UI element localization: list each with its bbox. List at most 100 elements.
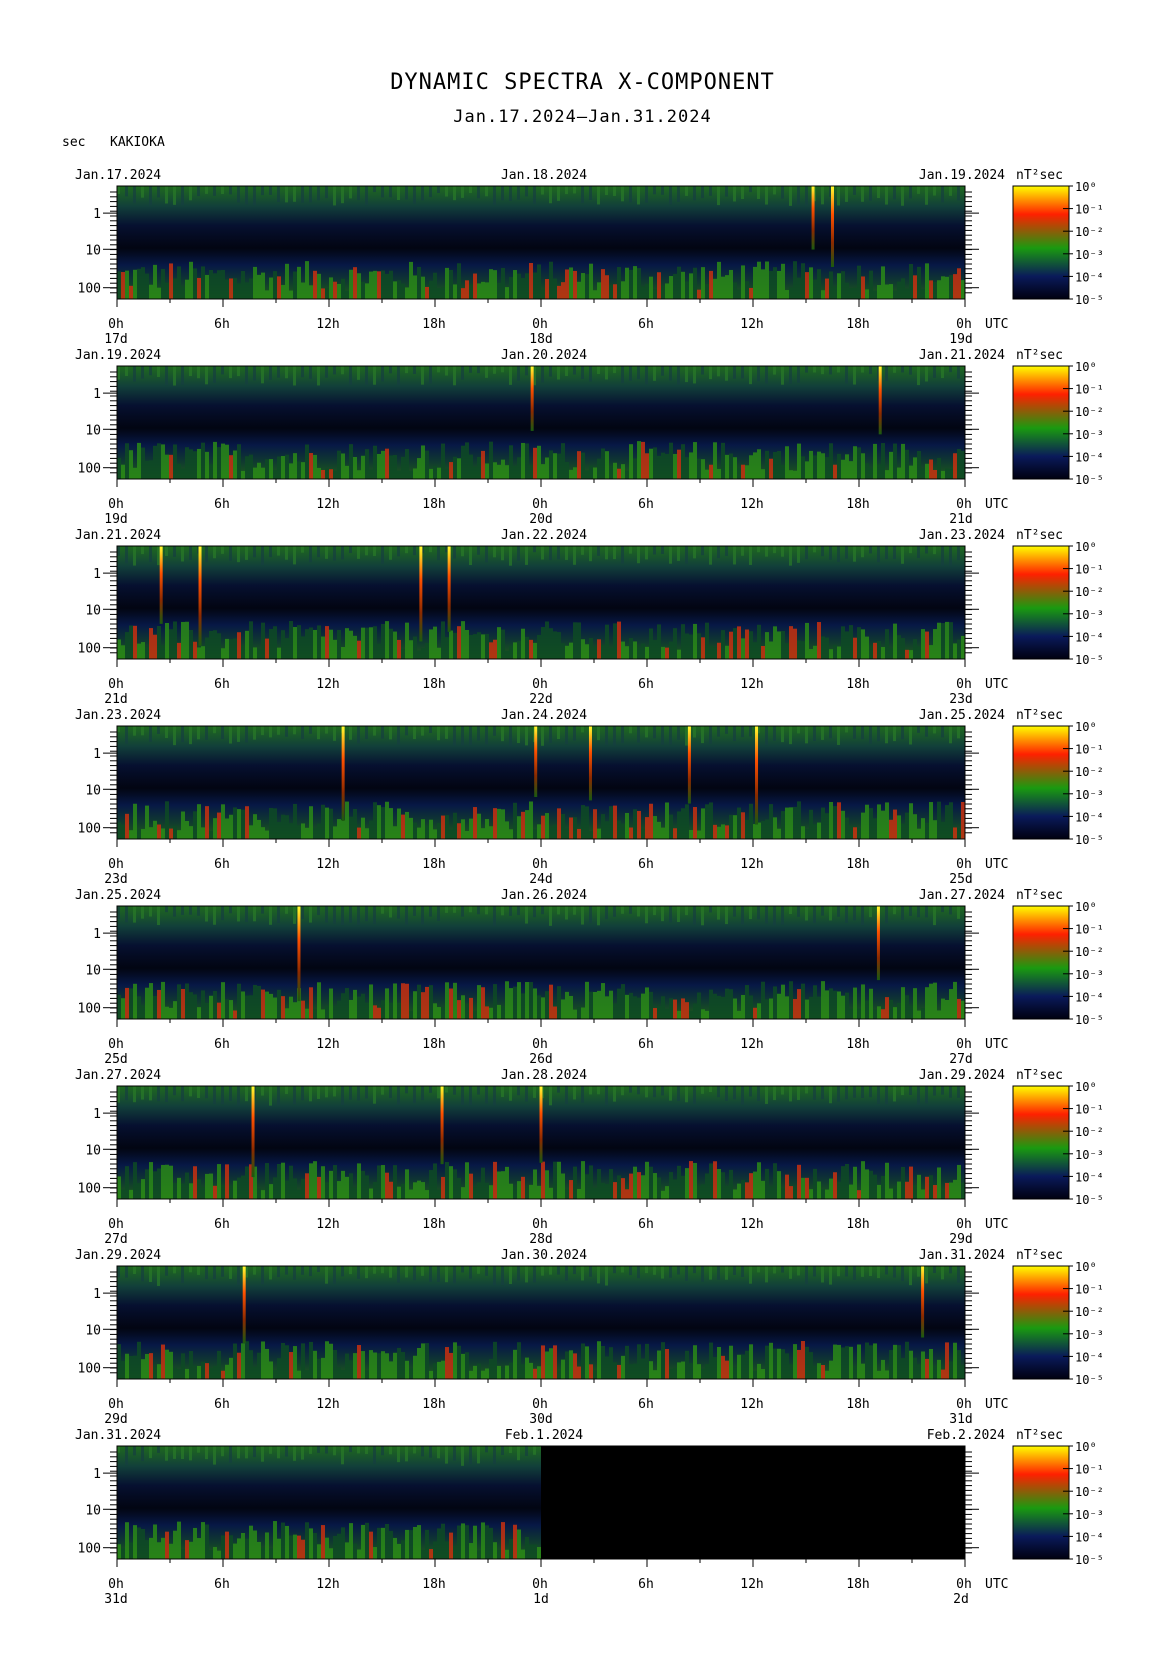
speckle-column [181, 906, 184, 915]
noise-column [893, 443, 897, 479]
noise-column [673, 273, 677, 299]
speckle-column [733, 1266, 736, 1275]
speckle-column [837, 1086, 840, 1102]
speckle-column [493, 906, 496, 926]
noise-column [541, 1345, 545, 1379]
noise-column [281, 1522, 285, 1559]
colorbar-tick-label: 10⁻³ [1075, 1328, 1104, 1342]
speckle-column [293, 1086, 296, 1105]
y-tick-label: 100 [78, 822, 101, 837]
noise-column [137, 1527, 141, 1559]
noise-column [433, 1003, 437, 1019]
noise-column [225, 638, 229, 659]
noise-column [373, 1182, 377, 1199]
noise-column [749, 631, 753, 659]
speckle-column [357, 546, 360, 559]
noise-column [857, 828, 861, 839]
noise-column [737, 807, 741, 839]
noise-column [897, 635, 901, 659]
speckle-column [869, 1266, 872, 1276]
noise-column [321, 636, 325, 659]
noise-column [197, 1365, 201, 1379]
noise-column [409, 640, 413, 659]
speckle-column [429, 546, 432, 553]
noise-column [661, 285, 665, 299]
noise-column [869, 808, 873, 839]
speckle-column [797, 186, 800, 205]
noise-column [641, 286, 645, 299]
noise-column [333, 826, 337, 839]
noise-column [525, 1536, 529, 1559]
colorbar-tick-label: 10⁻⁵ [1075, 473, 1104, 487]
speckle-column [853, 546, 856, 562]
noise-column [393, 1352, 397, 1379]
noise-column [661, 1342, 665, 1379]
noise-column [625, 1345, 629, 1379]
noise-column [409, 1530, 413, 1559]
y-tick-label: 100 [78, 1002, 101, 1017]
noise-column [957, 1164, 961, 1199]
colorbar-tick-label: 10⁻⁵ [1075, 653, 1104, 667]
noise-column [753, 824, 757, 839]
noise-column [909, 465, 913, 479]
noise-column [481, 1522, 485, 1559]
speckle-column [925, 726, 928, 737]
noise-column [153, 634, 157, 659]
speckle-column [629, 906, 632, 914]
noise-column [377, 271, 381, 299]
noise-column [713, 993, 717, 1019]
noise-column [529, 801, 533, 839]
noise-column [465, 1352, 469, 1379]
noise-column [389, 1361, 393, 1379]
noise-column [461, 995, 465, 1019]
speckle-column [453, 186, 456, 201]
noise-column [525, 1357, 529, 1379]
speckle-column [285, 1446, 288, 1457]
speckle-column [637, 366, 640, 380]
noise-column [625, 1189, 629, 1199]
noise-column [241, 991, 245, 1019]
noise-column [637, 268, 641, 299]
noise-column [625, 470, 629, 479]
colorbar-tick-label: 10⁻² [1075, 405, 1104, 419]
noise-column [373, 626, 377, 659]
noise-column [645, 987, 649, 1019]
speckle-column [413, 366, 416, 375]
event-spike [419, 546, 423, 642]
noise-column [313, 454, 317, 479]
noise-column [325, 626, 329, 659]
speckle-column [365, 1266, 368, 1279]
noise-column [473, 1525, 477, 1559]
speckle-column [557, 1266, 560, 1275]
noise-column [329, 629, 333, 659]
noise-column [781, 263, 785, 299]
noise-column [925, 463, 929, 479]
noise-column [693, 807, 697, 839]
speckle-column [589, 1266, 592, 1277]
speckle-column [749, 366, 752, 385]
speckle-column [197, 1086, 200, 1098]
speckle-column [909, 1266, 912, 1286]
x-tick-label: 18h [422, 1217, 445, 1232]
speckle-column [221, 1266, 224, 1277]
noise-column [829, 271, 833, 299]
speckle-column [501, 186, 504, 201]
colorbar-tick-label: 10⁻¹ [1075, 1283, 1104, 1297]
speckle-column [381, 906, 384, 914]
noise-column [945, 1342, 949, 1379]
noise-column [485, 1525, 489, 1559]
noise-column [789, 470, 793, 479]
noise-column [857, 1190, 861, 1199]
x-tick-label: 12h [316, 857, 339, 872]
noise-column [277, 1358, 281, 1379]
speckle-column [421, 1266, 424, 1276]
noise-column [249, 1350, 253, 1379]
noise-column [669, 276, 673, 299]
noise-column [725, 825, 729, 839]
noise-column [189, 992, 193, 1019]
speckle-column [837, 546, 840, 563]
speckle-column [293, 186, 296, 202]
speckle-column [157, 1086, 160, 1102]
noise-column [573, 817, 577, 839]
noise-column [353, 456, 357, 479]
